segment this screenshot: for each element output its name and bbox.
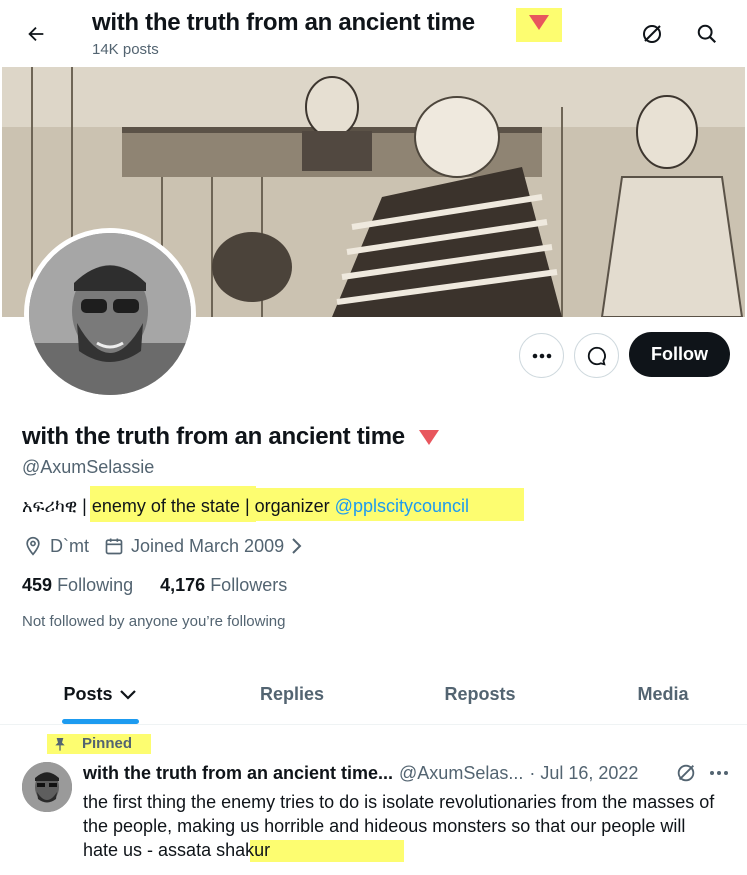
post-actions [675, 762, 729, 784]
no-grok-icon [643, 25, 661, 43]
back-arrow-icon [28, 26, 44, 42]
tab-media[interactable]: Media [583, 664, 743, 725]
message-icon [587, 346, 606, 366]
post-handle[interactable]: @AxumSelas... [399, 763, 523, 784]
profile-tabs: Posts Replies Reposts Media [0, 664, 747, 725]
red-triangle-icon [529, 15, 549, 30]
tab-posts[interactable]: Posts [22, 664, 178, 725]
calendar-icon [103, 535, 125, 557]
chevron-down-icon [119, 689, 136, 700]
name-triangle-icon [419, 430, 440, 446]
pinned-label: Pinned [52, 735, 132, 752]
pinned-text: Pinned [82, 735, 133, 752]
top-bar: with the truth from an ancient time 14K … [0, 0, 747, 66]
profile-handle: @AxumSelassie [22, 457, 155, 477]
profile-bio: አፍሪካዊ | enemy of the state | organizer @… [22, 496, 469, 517]
bio-prefix: አፍሪካዊ | [22, 496, 92, 516]
followers-label: Followers [210, 575, 288, 595]
tab-posts-label: Posts [63, 684, 113, 704]
posts-count: 14K posts [92, 41, 159, 58]
follow-button[interactable]: Follow [629, 332, 730, 377]
active-tab-indicator [62, 719, 139, 724]
location-pin-icon [22, 535, 44, 557]
more-button[interactable] [519, 333, 564, 378]
not-followed-note: Not followed by anyone you’re following [22, 613, 286, 630]
post-text-highlight: - assata shakur [147, 840, 271, 860]
back-button[interactable] [18, 16, 54, 52]
post-avatar-photo [22, 762, 72, 812]
follow-stats: 459 Following 4,176 Followers [22, 575, 287, 596]
profile-name: with the truth from an ancient time [22, 423, 440, 451]
location-text: D`mt [50, 535, 89, 556]
post-avatar[interactable] [22, 762, 72, 812]
more-icon [532, 353, 551, 358]
no-grok-button[interactable] [634, 16, 670, 52]
tab-replies-label: Replies [259, 684, 325, 704]
tab-replies[interactable]: Replies [212, 664, 372, 725]
post-author[interactable]: with the truth from an ancient time... [83, 763, 393, 784]
tab-reposts-label: Reposts [444, 684, 516, 704]
tab-reposts[interactable]: Reposts [400, 664, 560, 725]
message-button[interactable] [574, 333, 619, 378]
search-icon [697, 24, 717, 44]
followers-link[interactable]: 4,176 Followers [160, 575, 287, 595]
following-label: Following [57, 575, 134, 595]
avatar-photo [29, 233, 191, 395]
bio-middle: | organizer [239, 496, 335, 516]
page-title-text: with the truth from an ancient time [92, 9, 475, 36]
joined-text[interactable]: Joined March 2009 [131, 536, 284, 557]
post-date[interactable]: · Jul 16, 2022 [529, 763, 638, 784]
post-header: with the truth from an ancient time... @… [83, 763, 638, 784]
following-count: 459 [22, 575, 53, 595]
followers-count: 4,176 [160, 575, 206, 595]
post-more-icon[interactable] [709, 770, 729, 776]
profile-name-text: with the truth from an ancient time [22, 423, 405, 450]
following-link[interactable]: 459 Following [22, 575, 133, 595]
profile-avatar[interactable] [24, 228, 196, 400]
header-title-block: with the truth from an ancient time 14K … [92, 9, 475, 58]
bio-highlight-text: enemy of the state [91, 496, 240, 516]
page-title: with the truth from an ancient time [92, 9, 475, 37]
tab-media-label: Media [637, 684, 689, 704]
post-text: the first thing the enemy tries to do is… [83, 790, 723, 862]
bio-mention-link[interactable]: @pplscitycouncil [335, 496, 469, 516]
chevron-right-icon[interactable] [286, 535, 308, 557]
search-button[interactable] [689, 16, 725, 52]
pin-icon [55, 737, 65, 751]
profile-meta: D`mt Joined March 2009 [22, 535, 308, 557]
post-no-grok-icon[interactable] [675, 762, 697, 784]
